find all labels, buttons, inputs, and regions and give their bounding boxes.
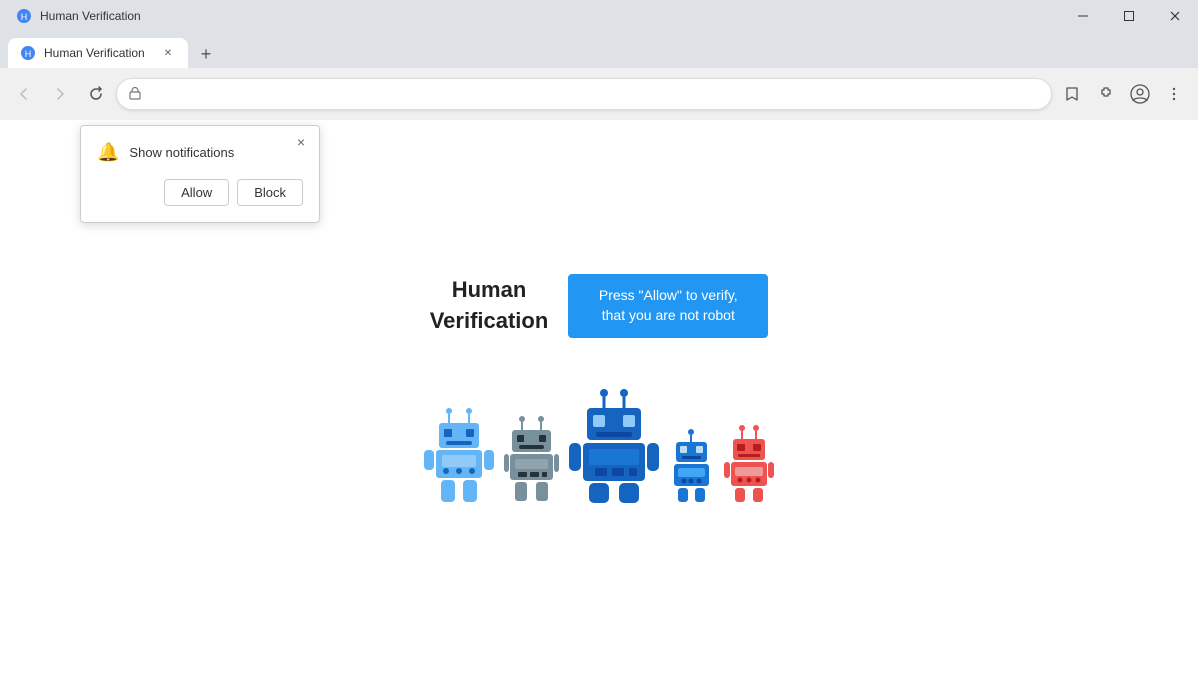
- maximize-button[interactable]: [1106, 0, 1152, 32]
- robot-4: [669, 428, 714, 503]
- refresh-button[interactable]: [80, 78, 112, 110]
- close-button[interactable]: [1152, 0, 1198, 32]
- popup-close-button[interactable]: ×: [291, 132, 311, 152]
- back-button[interactable]: [8, 78, 40, 110]
- popup-text: Show notifications: [129, 145, 234, 160]
- tab-title: Human Verification: [44, 46, 152, 60]
- address-input[interactable]: [116, 78, 1052, 110]
- new-tab-button[interactable]: +: [192, 40, 220, 68]
- browser-window: H Human Verification H: [0, 0, 1198, 697]
- verification-title: HumanVerification: [430, 275, 549, 337]
- title-bar: H Human Verification: [0, 0, 1198, 32]
- extensions-button[interactable]: [1090, 78, 1122, 110]
- title-bar-text: Human Verification: [40, 9, 141, 23]
- active-tab[interactable]: H Human Verification ✕: [8, 38, 188, 68]
- bookmark-button[interactable]: [1056, 78, 1088, 110]
- robot-1: [424, 403, 494, 503]
- robots-illustration: [424, 388, 774, 503]
- tab-favicon: H: [16, 8, 32, 24]
- svg-text:H: H: [25, 49, 32, 59]
- popup-buttons: Allow Block: [97, 179, 303, 206]
- toolbar-icons: [1056, 78, 1190, 110]
- verification-section: HumanVerification Press "Allow" to verif…: [430, 274, 769, 337]
- address-bar: [0, 68, 1198, 120]
- lock-icon: [129, 86, 141, 103]
- bell-icon: 🔔: [97, 142, 119, 163]
- robot-2: [504, 413, 559, 503]
- tab-bar: H Human Verification ✕ +: [0, 32, 1198, 68]
- window-controls: [1060, 0, 1198, 32]
- content-area: × 🔔 Show notifications Allow Block Human…: [0, 120, 1198, 697]
- verification-prompt: Press "Allow" to verify, that you are no…: [568, 274, 768, 337]
- menu-button[interactable]: [1158, 78, 1190, 110]
- profile-button[interactable]: [1124, 78, 1156, 110]
- tab-close-button[interactable]: ✕: [160, 45, 176, 61]
- tab-favicon-icon: H: [20, 45, 36, 61]
- allow-button[interactable]: Allow: [164, 179, 229, 206]
- forward-button[interactable]: [44, 78, 76, 110]
- svg-text:H: H: [21, 12, 28, 22]
- robot-3: [569, 388, 659, 503]
- block-button[interactable]: Block: [237, 179, 303, 206]
- robot-5: [724, 423, 774, 503]
- minimize-button[interactable]: [1060, 0, 1106, 32]
- popup-content: 🔔 Show notifications: [97, 142, 303, 163]
- notification-popup: × 🔔 Show notifications Allow Block: [80, 125, 320, 223]
